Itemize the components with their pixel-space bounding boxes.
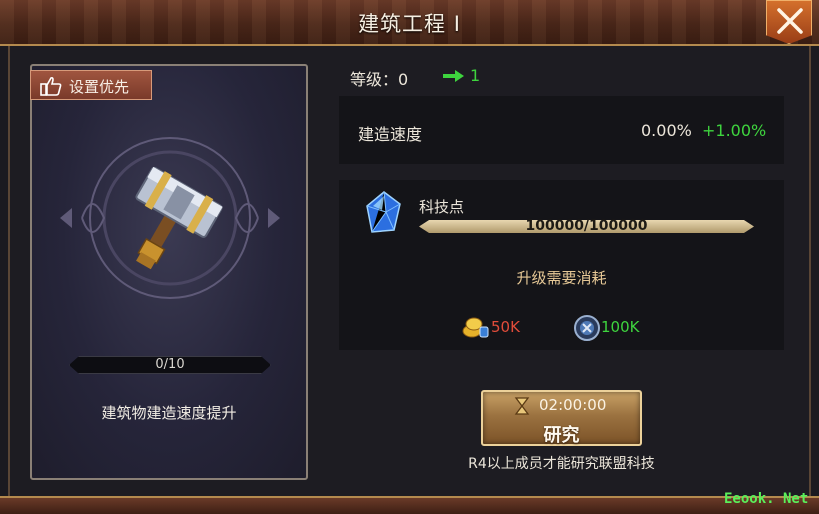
- crystal-icon: [366, 191, 401, 233]
- hammer-emblem-icon: [60, 137, 280, 299]
- window-title: 建筑工程 I: [358, 12, 461, 36]
- upgrade-cost-title: 升级需要消耗: [516, 269, 607, 287]
- close-icon: [777, 8, 803, 34]
- cost-box: [339, 180, 784, 350]
- permission-note: R4以上成员才能研究联盟科技: [468, 456, 655, 472]
- speed-bonus: +1.00%: [702, 121, 767, 140]
- research-timer: 02:00:00: [539, 396, 607, 414]
- set-priority-label: 设置优先: [69, 78, 130, 96]
- alliance-shield-icon: [574, 315, 600, 341]
- hourglass-icon: [514, 397, 530, 415]
- speed-current: 0.00%: [641, 121, 692, 140]
- set-priority-button[interactable]: 设置优先: [30, 70, 152, 100]
- tech-level-progress-text: 0/10: [155, 357, 185, 372]
- arrow-right-icon: [443, 70, 464, 82]
- bottom-frame: [0, 496, 819, 514]
- tech-points-text: 100000/100000: [525, 218, 648, 234]
- close-button[interactable]: [766, 0, 812, 44]
- tech-description: 建筑物建造速度提升: [101, 404, 237, 422]
- tech-points-label: 科技点: [419, 198, 465, 216]
- level-label: 等级：0: [350, 70, 409, 89]
- gold-coins-icon: [462, 317, 489, 338]
- alliance-cost: 100K: [601, 318, 640, 336]
- speed-label: 建造速度: [358, 125, 423, 144]
- research-label: 研究: [543, 425, 580, 446]
- level-next: 1: [470, 66, 481, 85]
- thumbs-up-icon: [40, 76, 62, 96]
- watermark: Eeook. Net: [724, 491, 809, 507]
- gold-cost: 50K: [491, 318, 520, 336]
